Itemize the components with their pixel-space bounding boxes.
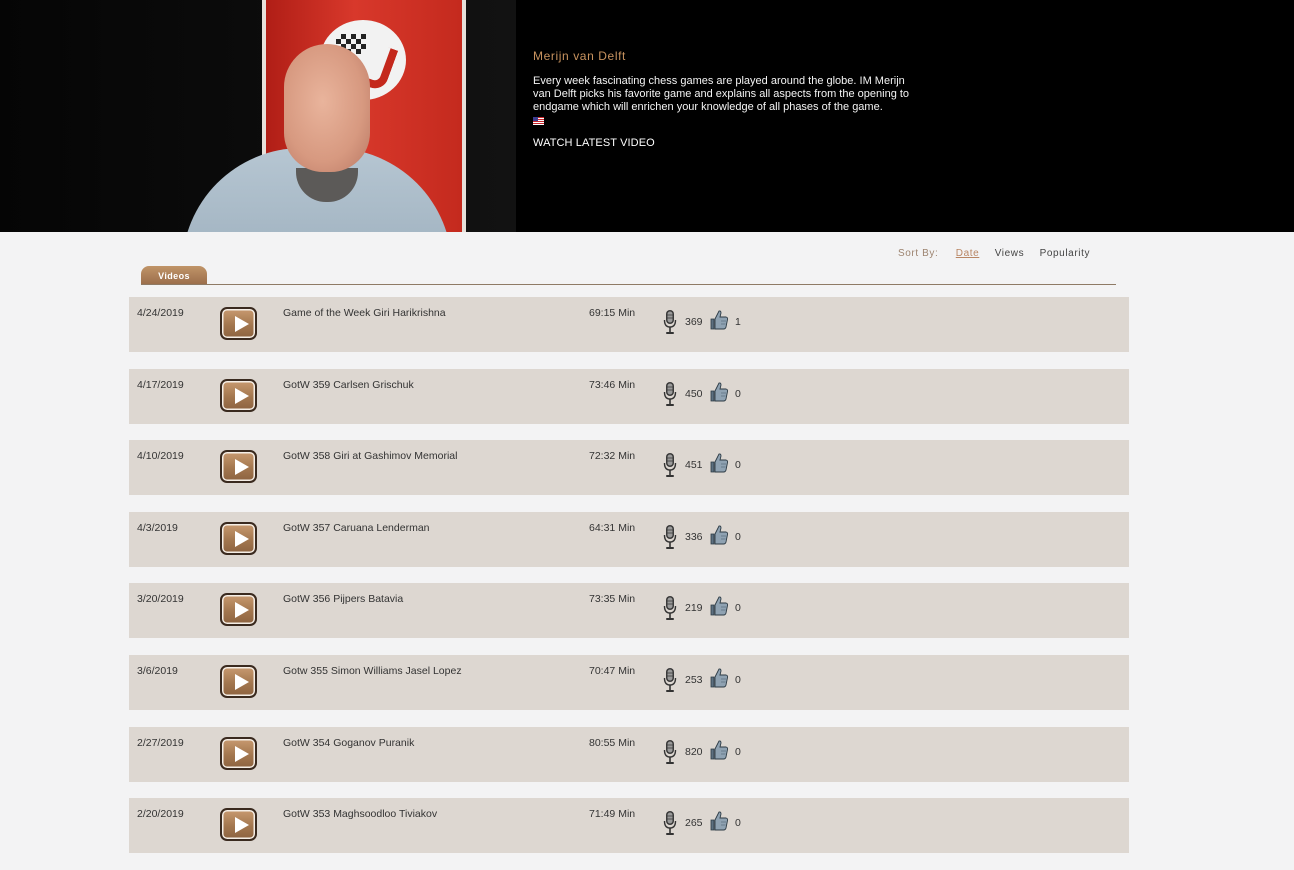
play-icon[interactable] [220,378,257,412]
us-flag-icon [533,117,544,125]
sort-label: Sort By: [898,248,939,259]
video-date: 4/17/2019 [137,378,184,391]
video-date: 4/24/2019 [137,307,184,319]
video-title[interactable]: Gotw 355 Simon Williams Jasel Lopez [283,665,462,677]
video-likes: 0 [735,817,741,830]
photo-face [284,44,370,172]
video-row[interactable]: 4/10/2019 GotW 358 Giri at Gashimov Memo… [129,440,1129,496]
play-icon[interactable] [220,808,257,842]
thumbs-up-icon[interactable] [709,381,729,403]
video-title[interactable]: GotW 358 Giri at Gashimov Memorial [283,450,457,462]
thumbs-up-icon[interactable] [709,810,729,832]
author-name: Merijn van Delft [533,49,626,63]
video-views: 219 [685,602,703,615]
video-date: 4/3/2019 [137,521,178,534]
video-views: 450 [685,387,703,400]
video-likes: 0 [735,459,741,472]
play-icon[interactable] [220,736,257,770]
video-title[interactable]: GotW 354 Goganov Puranik [283,737,414,749]
video-views: 451 [685,459,703,472]
video-likes: 0 [735,745,741,758]
video-likes: 0 [735,602,741,615]
series-description: Every week fascinating chess games are p… [533,75,910,113]
video-row[interactable]: 4/24/2019 Game of the Week Giri Harikris… [129,297,1129,352]
sort-option-views[interactable]: Views [995,248,1025,259]
thumbs-up-icon[interactable] [709,309,729,331]
thumbs-up-icon[interactable] [709,452,729,474]
video-row[interactable]: 4/17/2019 GotW 359 Carlsen Grischuk 73:4… [129,368,1129,424]
video-date: 4/10/2019 [137,450,184,463]
video-views: 820 [685,745,703,758]
microphone-icon [663,811,677,836]
thumbs-up-icon[interactable] [709,667,729,689]
video-length: 69:15 Min [589,307,636,319]
video-date: 3/6/2019 [137,664,178,677]
video-length: 71:49 Min [589,808,636,821]
microphone-icon [663,596,677,621]
hero-banner: Merijn van Delft Every week fascinating … [0,0,1294,232]
video-length: 80:55 Min [589,736,636,749]
microphone-icon [663,381,677,406]
thumbs-up-icon[interactable] [709,524,729,546]
video-likes: 0 [735,387,741,400]
video-row[interactable]: 4/3/2019 GotW 357 Caruana Lenderman 64:3… [129,511,1129,567]
video-title[interactable]: GotW 359 Carlsen Grischuk [283,379,414,391]
video-likes: 1 [735,316,741,328]
play-icon[interactable] [220,521,257,555]
video-date: 2/20/2019 [137,808,184,821]
microphone-icon [663,667,677,692]
author-photo [0,0,516,232]
tab-divider [141,284,1116,285]
video-length: 72:32 Min [589,450,636,463]
video-likes: 0 [735,673,741,686]
video-title[interactable]: GotW 356 Pijpers Batavia [283,593,403,605]
microphone-icon [663,739,677,764]
video-length: 73:35 Min [589,593,636,606]
video-row[interactable]: 3/20/2019 GotW 356 Pijpers Batavia 73:35… [129,583,1129,639]
video-list: 4/24/2019 Game of the Week Giri Harikris… [129,297,1129,870]
video-length: 73:46 Min [589,378,636,391]
video-date: 3/20/2019 [137,593,184,606]
video-row[interactable]: 3/6/2019 Gotw 355 Simon Williams Jasel L… [129,654,1129,710]
thumbs-up-icon[interactable] [709,595,729,617]
play-icon[interactable] [220,593,257,627]
video-views: 253 [685,673,703,686]
video-length: 70:47 Min [589,664,636,677]
sort-option-date[interactable]: Date [956,248,980,259]
play-icon[interactable] [220,664,257,698]
video-views: 369 [685,316,703,328]
play-icon[interactable] [220,307,257,340]
video-title[interactable]: GotW 357 Caruana Lenderman [283,522,430,534]
video-date: 2/27/2019 [137,736,184,749]
video-likes: 0 [735,530,741,543]
microphone-icon [663,453,677,478]
video-title[interactable]: GotW 353 Maghsoodloo Tiviakov [283,808,437,820]
watch-latest-video-link[interactable]: WATCH LATEST VIDEO [533,137,655,149]
sort-option-popularity[interactable]: Popularity [1040,248,1090,259]
thumbs-up-icon[interactable] [709,739,729,761]
microphone-icon [663,310,677,334]
sort-bar: Sort By: Date Views Popularity [898,248,1102,259]
microphone-icon [663,524,677,549]
video-views: 336 [685,530,703,543]
tab-videos[interactable]: Videos [141,266,207,284]
video-row[interactable]: 2/27/2019 GotW 354 Goganov Puranik 80:55… [129,726,1129,782]
hero-text-block: Merijn van Delft Every week fascinating … [533,49,918,151]
video-length: 64:31 Min [589,521,636,534]
video-views: 265 [685,817,703,830]
play-icon[interactable] [220,450,257,484]
video-title[interactable]: Game of the Week Giri Harikrishna [283,307,446,319]
video-row[interactable]: 2/20/2019 GotW 353 Maghsoodloo Tiviakov … [129,798,1129,854]
